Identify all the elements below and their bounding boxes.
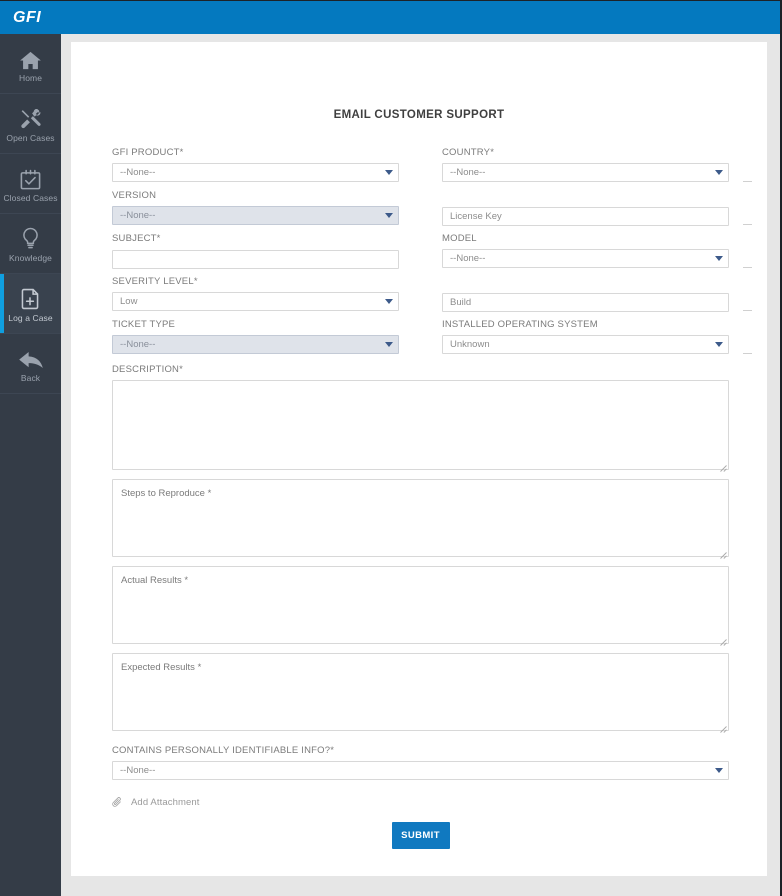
field-country: COUNTRY* --None-- <box>442 147 752 182</box>
field-description: DESCRIPTION* <box>112 364 729 472</box>
field-label: INSTALLED OPERATING SYSTEM <box>442 319 598 330</box>
description-textarea[interactable] <box>112 380 729 470</box>
select-value: --None-- <box>442 249 729 268</box>
sidebar-item-label: Home <box>18 73 43 83</box>
page-title: EMAIL CUSTOMER SUPPORT <box>333 109 505 121</box>
app-header: GFI <box>0 1 780 34</box>
row-divider <box>743 310 752 311</box>
field-subject: SUBJECT* <box>112 233 399 269</box>
field-label <box>442 276 729 288</box>
sidebar-item-label: Back <box>20 373 41 383</box>
sidebar-item-open-cases[interactable]: Open Cases <box>0 94 61 154</box>
add-attachment-button[interactable]: Add Attachment <box>112 797 199 808</box>
arrow-back-icon <box>18 344 43 370</box>
contains-pii-select[interactable]: --None-- <box>112 761 729 780</box>
installed-os-select[interactable]: Unknown <box>442 335 752 354</box>
field-label <box>442 190 729 202</box>
sidebar-item-closed-cases[interactable]: Closed Cases <box>0 154 61 214</box>
build-input-wrap <box>442 292 752 312</box>
build-input[interactable] <box>442 293 729 312</box>
field-label: COUNTRY* <box>442 147 495 158</box>
calendar-check-icon <box>20 164 41 190</box>
form-card: EMAIL CUSTOMER SUPPORT GFI PRODUCT* --No… <box>71 42 767 876</box>
field-label: SEVERITY LEVEL* <box>112 276 198 287</box>
sidebar-item-label: Knowledge <box>9 253 52 263</box>
add-attachment-label: Add Attachment <box>131 797 200 808</box>
select-value: Unknown <box>442 335 729 354</box>
content-area: EMAIL CUSTOMER SUPPORT GFI PRODUCT* --No… <box>61 34 780 896</box>
form-column-left: GFI PRODUCT* --None-- VERSION --None-- S… <box>112 147 399 362</box>
field-license-key <box>442 190 752 226</box>
severity-level-select[interactable]: Low <box>112 292 399 311</box>
submit-row: SUBMIT <box>112 822 729 849</box>
select-value: --None-- <box>112 335 399 354</box>
field-steps-to-reproduce <box>112 479 729 559</box>
sidebar-item-knowledge[interactable]: Knowledge <box>0 214 61 274</box>
license-key-input[interactable] <box>442 207 729 226</box>
form-column-right: COUNTRY* --None-- License Key MODEL --No… <box>442 147 752 362</box>
sidebar-item-home[interactable]: Home <box>0 34 61 94</box>
license-key-input-wrap <box>442 206 752 226</box>
field-actual-results <box>112 566 729 646</box>
field-label: TICKET TYPE <box>112 319 176 330</box>
field-contains-pii: CONTAINS PERSONALLY IDENTIFIABLE INFO?* … <box>112 745 729 780</box>
select-value: --None-- <box>442 163 729 182</box>
submit-button[interactable]: SUBMIT <box>391 822 450 849</box>
file-plus-icon <box>21 284 41 310</box>
actual-results-textarea[interactable] <box>112 566 729 644</box>
field-installed-operating-system: INSTALLED OPERATING SYSTEM Unknown <box>442 319 752 354</box>
model-select[interactable]: --None-- <box>442 249 752 268</box>
version-select[interactable]: --None-- <box>112 206 399 225</box>
field-label: MODEL <box>442 233 477 244</box>
sidebar-item-label: Open Cases <box>6 133 55 143</box>
row-divider <box>743 224 752 225</box>
subject-input-wrap <box>112 249 399 269</box>
select-value: Low <box>112 292 399 311</box>
field-ticket-type: TICKET TYPE --None-- <box>112 319 399 354</box>
select-value: --None-- <box>112 206 399 225</box>
row-divider <box>743 353 752 354</box>
lightbulb-icon <box>22 224 39 250</box>
field-gfi-product: GFI PRODUCT* --None-- <box>112 147 399 182</box>
row-divider <box>743 267 752 268</box>
gfi-product-select[interactable]: --None-- <box>112 163 399 182</box>
field-expected-results <box>112 653 729 733</box>
field-version: VERSION --None-- <box>112 190 399 225</box>
expected-results-textarea[interactable] <box>112 653 729 731</box>
subject-input[interactable] <box>112 250 399 269</box>
home-icon <box>20 44 41 70</box>
field-label: VERSION <box>112 190 157 201</box>
tools-icon <box>20 104 42 130</box>
gfi-logo[interactable]: GFI <box>13 9 41 27</box>
row-divider <box>743 181 752 182</box>
paperclip-icon <box>112 797 122 808</box>
form-columns: GFI PRODUCT* --None-- VERSION --None-- S… <box>112 147 752 362</box>
browser-viewport: GFI Home Open Cases Closed Cases Knowled… <box>0 0 782 896</box>
field-severity-level: SEVERITY LEVEL* Low <box>112 276 399 311</box>
field-label: DESCRIPTION* <box>112 364 184 375</box>
field-label: GFI PRODUCT* <box>112 147 184 158</box>
field-label: CONTAINS PERSONALLY IDENTIFIABLE INFO?* <box>112 745 335 756</box>
sidebar-item-back[interactable]: Back <box>0 334 61 394</box>
ticket-type-select[interactable]: --None-- <box>112 335 399 354</box>
field-label: SUBJECT* <box>112 233 161 244</box>
select-value: --None-- <box>112 761 729 780</box>
case-form: GFI PRODUCT* --None-- VERSION --None-- S… <box>71 147 767 849</box>
sidebar-nav: Home Open Cases Closed Cases Knowledge L… <box>0 34 61 896</box>
steps-to-reproduce-textarea[interactable] <box>112 479 729 557</box>
select-value: --None-- <box>112 163 399 182</box>
sidebar-item-log-a-case[interactable]: Log a Case <box>0 274 61 334</box>
sidebar-item-label: Log a Case <box>8 313 53 323</box>
field-build <box>442 276 752 312</box>
field-model: MODEL --None-- <box>442 233 752 268</box>
sidebar-item-label: Closed Cases <box>3 193 58 203</box>
country-select[interactable]: --None-- <box>442 163 752 182</box>
